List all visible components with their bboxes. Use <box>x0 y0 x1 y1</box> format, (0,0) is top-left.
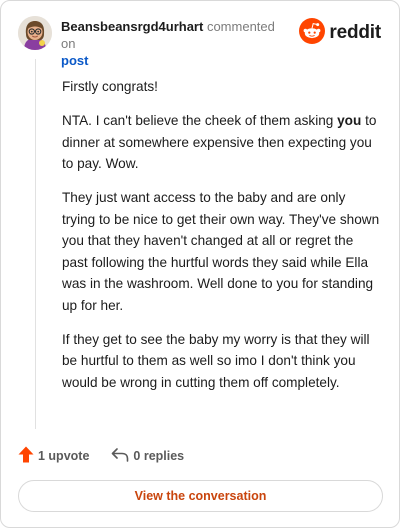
reply-arrow-icon <box>111 447 133 465</box>
reddit-logo-icon <box>299 17 326 49</box>
comment-meta: Beansbeansrgd4urhart commented on post <box>61 18 291 69</box>
comment-paragraph: Firstly congrats! <box>62 79 158 94</box>
brand-wordmark: reddit <box>329 22 381 43</box>
thread-line <box>35 59 36 429</box>
comment-actions: 1 upvote 0 replies <box>18 445 184 467</box>
comment-body: Firstly congrats! NTA. I can't believe t… <box>62 76 382 406</box>
upvote-count: 1 upvote <box>38 449 90 463</box>
replies-count: 0 replies <box>133 449 185 463</box>
comment-paragraph: If they get to see the baby my worry is … <box>62 331 370 390</box>
upvote-arrow-icon <box>18 446 38 466</box>
username-link[interactable]: Beansbeansrgd4urhart <box>61 19 203 34</box>
comment-paragraph: They just want access to the baby and ar… <box>62 190 380 313</box>
upvote-button[interactable]: 1 upvote <box>18 446 89 466</box>
reddit-brand[interactable]: reddit <box>299 17 381 49</box>
replies-button[interactable]: 0 replies <box>111 447 185 465</box>
comment-header: Beansbeansrgd4urhart commented on post r <box>18 15 385 68</box>
view-conversation-button[interactable]: View the conversation <box>18 480 383 512</box>
comment-bold-text: you <box>337 113 362 128</box>
comment-paragraph: NTA. I can't believe the cheek of them a… <box>62 110 382 175</box>
comment-embed-card: Beansbeansrgd4urhart commented on post r <box>0 0 400 528</box>
comment-text-run: NTA. I can't believe the cheek of them a… <box>62 113 338 128</box>
avatar-icon[interactable] <box>18 16 52 50</box>
post-link[interactable]: post <box>61 53 88 68</box>
